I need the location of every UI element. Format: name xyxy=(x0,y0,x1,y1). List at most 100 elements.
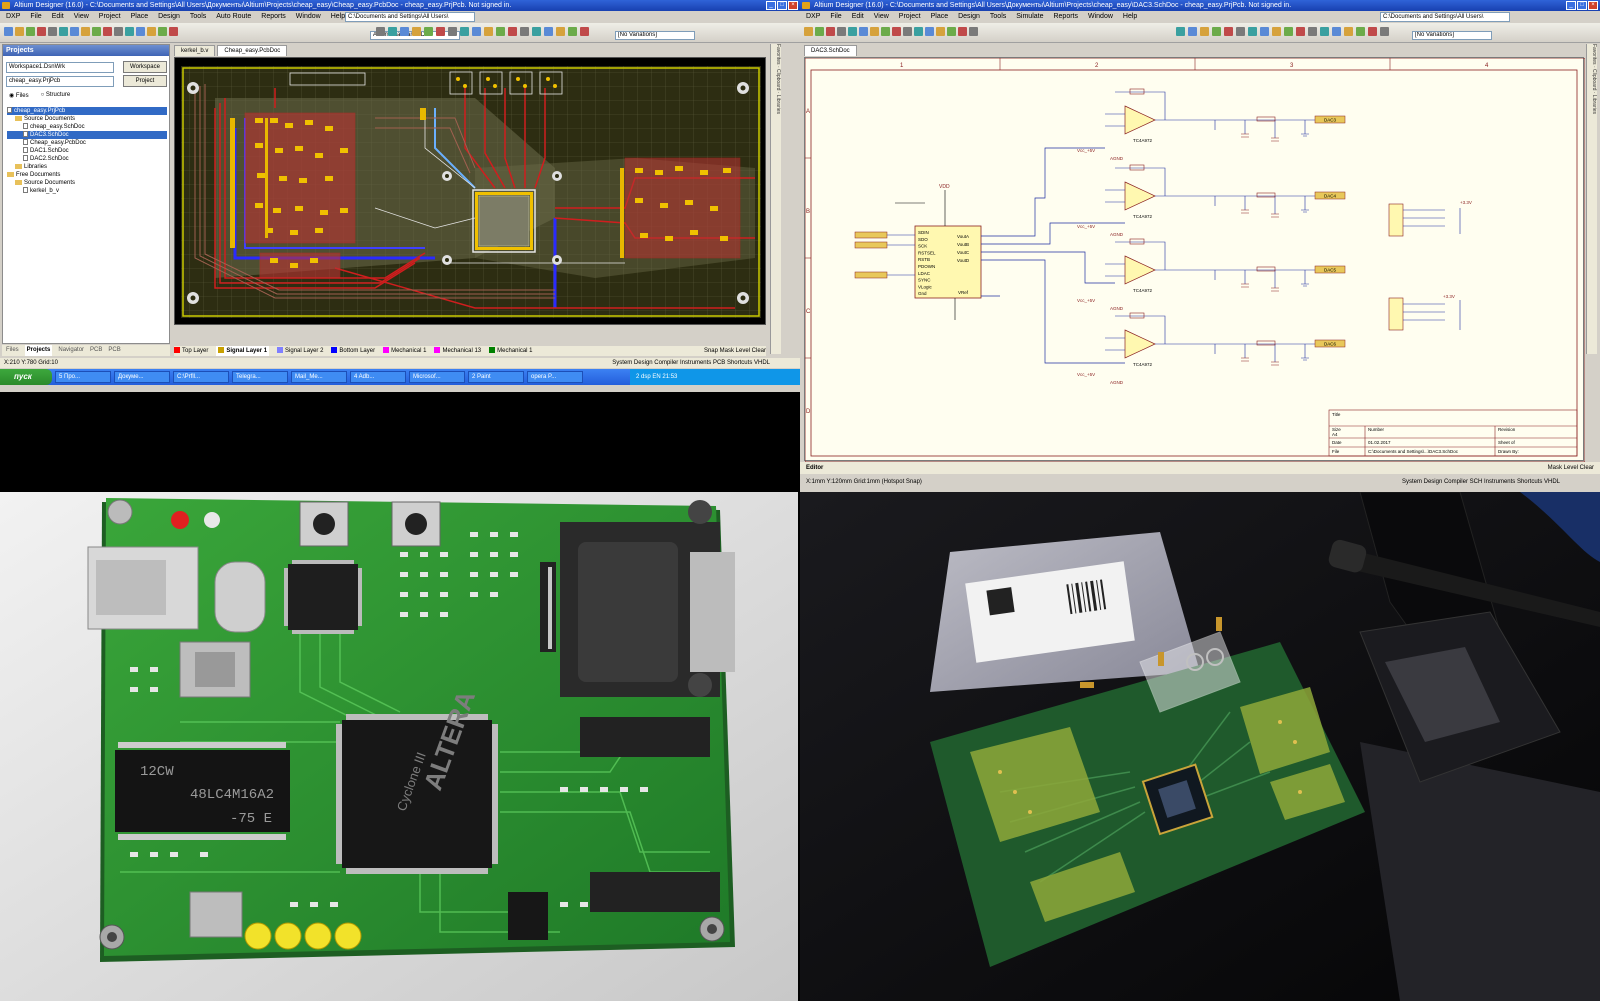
toolbar-tool-icon[interactable] xyxy=(412,27,421,36)
toolbar-tool-icon[interactable] xyxy=(1224,27,1233,36)
toolbar-tool-icon[interactable] xyxy=(26,27,35,36)
toolbar-tool-icon[interactable] xyxy=(1284,27,1293,36)
toolbar-tool-icon[interactable] xyxy=(544,27,553,36)
toolbar-tool-icon[interactable] xyxy=(870,27,879,36)
toolbar-tool-icon[interactable] xyxy=(147,27,156,36)
files-view-radio[interactable]: ◉ Files xyxy=(9,92,29,99)
tree-item-dac3-schdoc[interactable]: DAC3.SchDoc xyxy=(7,131,167,139)
toolbar-tool-icon[interactable] xyxy=(903,27,912,36)
toolbar-tool-icon[interactable] xyxy=(103,27,112,36)
layer-mask-controls[interactable]: Snap Mask Level Clear xyxy=(704,346,766,356)
toolbar-tool-icon[interactable] xyxy=(508,27,517,36)
project-field[interactable]: cheap_easy.PrjPcb xyxy=(6,76,114,87)
schematic-sheet[interactable]: 1 2 3 4 A B C D SDIN SDO SCK RSTSEL RSTB PDOW… xyxy=(804,57,1586,463)
pcb-path-combo[interactable]: C:\Documents and Settings\All Users\ xyxy=(345,12,475,22)
tree-item-source-documents[interactable]: Source Documents xyxy=(7,179,167,187)
menu-help[interactable]: Help xyxy=(331,11,345,23)
toolbar-tool-icon[interactable] xyxy=(1272,27,1281,36)
menu-reports[interactable]: Reports xyxy=(1053,11,1078,23)
workspace-field[interactable]: Workspace1.DsnWrk xyxy=(6,62,114,73)
taskbar-item-2-paint[interactable]: 2 Paint xyxy=(468,371,524,383)
taskbar-item-e[interactable]: Докумe... xyxy=(114,371,170,383)
menu-file[interactable]: File xyxy=(830,11,841,23)
layer-tab-mechanical-1[interactable]: Mechanical 1 xyxy=(383,346,426,356)
menu-design[interactable]: Design xyxy=(158,11,180,23)
tree-item-cheap-easy-schdoc[interactable]: cheap_easy.SchDoc xyxy=(7,123,167,131)
toolbar-tool-icon[interactable] xyxy=(804,27,813,36)
toolbar-tool-icon[interactable] xyxy=(4,27,13,36)
toolbar-tool-icon[interactable] xyxy=(59,27,68,36)
toolbar-tool-icon[interactable] xyxy=(859,27,868,36)
panel-tab-pcb[interactable]: PCB xyxy=(108,345,120,356)
menu-place[interactable]: Place xyxy=(131,11,149,23)
toolbar-tool-icon[interactable] xyxy=(532,27,541,36)
toolbar-tool-icon[interactable] xyxy=(92,27,101,36)
pcb-window-titlebar[interactable]: Altium Designer (16.0) - C:\Documents an… xyxy=(0,0,800,11)
toolbar-tool-icon[interactable] xyxy=(158,27,167,36)
close-button[interactable]: × xyxy=(788,1,798,10)
toolbar-tool-icon[interactable] xyxy=(496,27,505,36)
toolbar-tool-icon[interactable] xyxy=(388,27,397,36)
tree-item-dac2-schdoc[interactable]: DAC2.SchDoc xyxy=(7,155,167,163)
panel-tab-projects[interactable]: Projects xyxy=(24,345,53,356)
menu-dxp[interactable]: DXP xyxy=(6,11,20,23)
toolbar-tool-icon[interactable] xyxy=(376,27,385,36)
tree-item-libraries[interactable]: Libraries xyxy=(7,163,167,171)
menu-edit[interactable]: Edit xyxy=(852,11,864,23)
toolbar-tool-icon[interactable] xyxy=(460,27,469,36)
toolbar-tool-icon[interactable] xyxy=(947,27,956,36)
toolbar-tool-icon[interactable] xyxy=(568,27,577,36)
layer-tab-signal-layer-1[interactable]: Signal Layer 1 xyxy=(216,346,270,356)
menu-edit[interactable]: Edit xyxy=(52,11,64,23)
panel-tab-files[interactable]: Files xyxy=(6,345,19,356)
toolbar-tool-icon[interactable] xyxy=(448,27,457,36)
toolbar-tool-icon[interactable] xyxy=(826,27,835,36)
tab-dac3-schdoc[interactable]: DAC3.SchDoc xyxy=(804,45,857,56)
variations-combo[interactable]: [No Variations] xyxy=(615,31,695,40)
tree-item-kerkel-b-v[interactable]: kerkel_b_v xyxy=(7,187,167,195)
layer-tab-bottom-layer[interactable]: Bottom Layer xyxy=(331,346,375,356)
structure-view-radio[interactable]: ○ Structure xyxy=(41,92,71,99)
menu-design[interactable]: Design xyxy=(958,11,980,23)
tray-lang[interactable]: EN xyxy=(652,374,662,380)
tree-item-dac1-schdoc[interactable]: DAC1.SchDoc xyxy=(7,147,167,155)
taskbar-item-mail-me[interactable]: Mail_Me... xyxy=(291,371,347,383)
menu-auto-route[interactable]: Auto Route xyxy=(216,11,251,23)
menu-view[interactable]: View xyxy=(874,11,889,23)
minimize-button[interactable]: _ xyxy=(766,1,776,10)
close-button[interactable]: × xyxy=(1588,1,1598,10)
toolbar-tool-icon[interactable] xyxy=(81,27,90,36)
maximize-button[interactable]: □ xyxy=(777,1,787,10)
toolbar-tool-icon[interactable] xyxy=(837,27,846,36)
menu-tools[interactable]: Tools xyxy=(990,11,1006,23)
toolbar-tool-icon[interactable] xyxy=(484,27,493,36)
toolbar-tool-icon[interactable] xyxy=(881,27,890,36)
layer-tab-signal-layer-2[interactable]: Signal Layer 2 xyxy=(277,346,323,356)
layer-tab-mechanical-13[interactable]: Mechanical 13 xyxy=(434,346,481,356)
toolbar-tool-icon[interactable] xyxy=(70,27,79,36)
sch-window-titlebar[interactable]: Altium Designer (16.0) - C:\Documents an… xyxy=(800,0,1600,11)
doc-tab-kerkel-b-v[interactable]: kerkel_b.v xyxy=(174,45,216,56)
toolbar-tool-icon[interactable] xyxy=(848,27,857,36)
toolbar-tool-icon[interactable] xyxy=(1344,27,1353,36)
toolbar-tool-icon[interactable] xyxy=(1320,27,1329,36)
toolbar-tool-icon[interactable] xyxy=(892,27,901,36)
menu-simulate[interactable]: Simulate xyxy=(1016,11,1043,23)
toolbar-tool-icon[interactable] xyxy=(472,27,481,36)
layer-tab-mechanical-1[interactable]: Mechanical 1 xyxy=(489,346,533,356)
toolbar-tool-icon[interactable] xyxy=(169,27,178,36)
doc-tab-cheap-easy-pcbdoc[interactable]: Cheap_easy.PcbDoc xyxy=(217,45,288,56)
toolbar-tool-icon[interactable] xyxy=(37,27,46,36)
menu-file[interactable]: File xyxy=(30,11,41,23)
right-side-panels[interactable]: Favorites · Clipboard · Libraries xyxy=(770,44,781,354)
tree-item-source-documents[interactable]: Source Documents xyxy=(7,115,167,123)
toolbar-tool-icon[interactable] xyxy=(48,27,57,36)
toolbar-tool-icon[interactable] xyxy=(1380,27,1389,36)
menu-help[interactable]: Help xyxy=(1123,11,1137,23)
tree-item-free-documents[interactable]: Free Documents xyxy=(7,171,167,179)
tree-item-cheap-easy-pcbdoc[interactable]: Cheap_easy.PcbDoc xyxy=(7,139,167,147)
maximize-button[interactable]: □ xyxy=(1577,1,1587,10)
menu-view[interactable]: View xyxy=(74,11,89,23)
toolbar-tool-icon[interactable] xyxy=(1332,27,1341,36)
toolbar-tool-icon[interactable] xyxy=(1176,27,1185,36)
